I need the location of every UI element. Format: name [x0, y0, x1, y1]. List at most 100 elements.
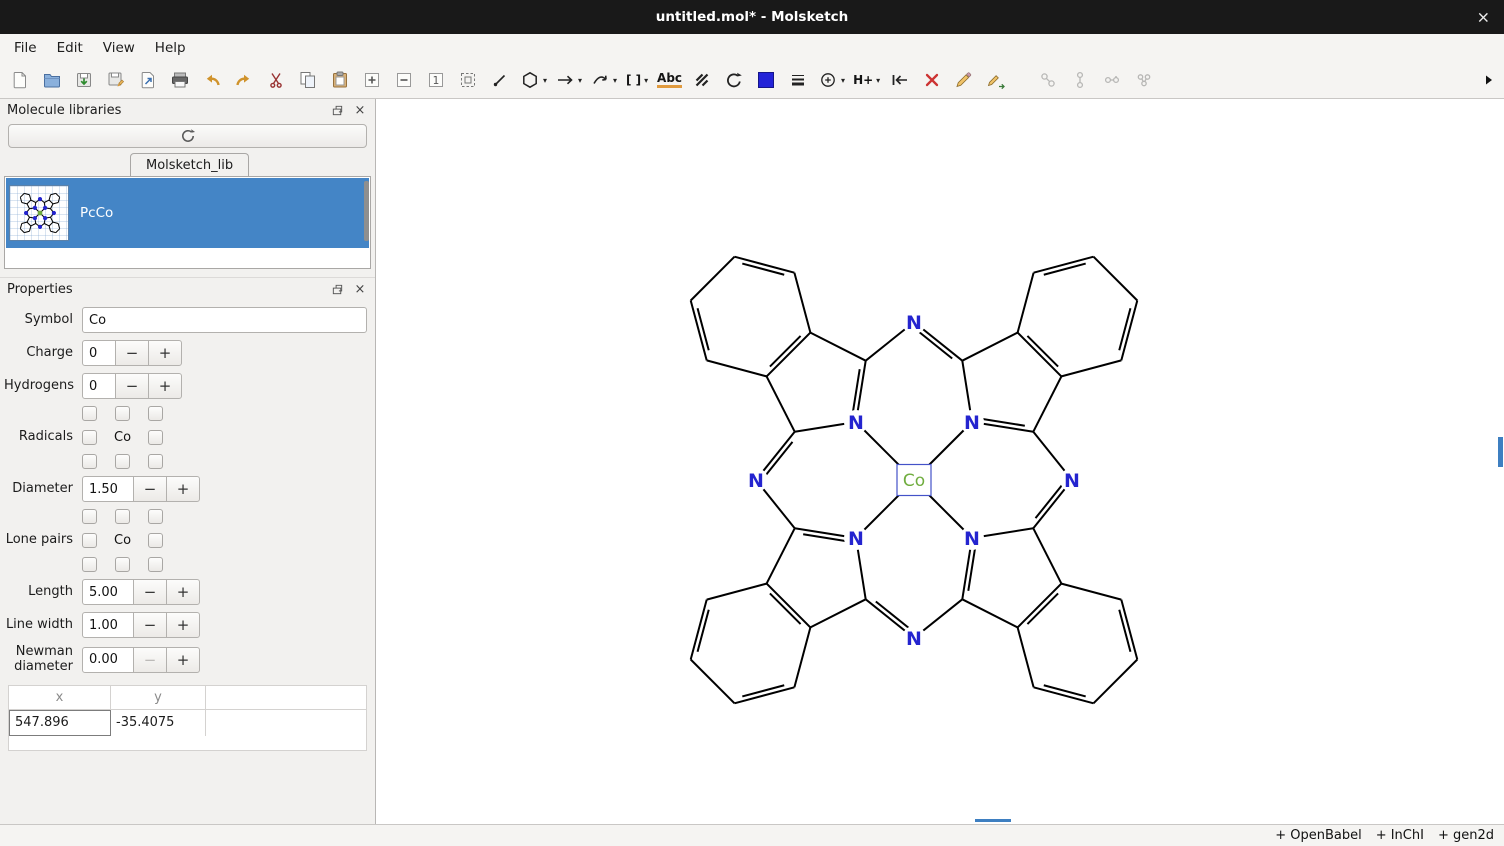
radical-toggle-button[interactable] [148, 430, 163, 445]
tab-molsketch-lib[interactable]: Molsketch_lib [130, 153, 249, 176]
snap-align-tool[interactable] [888, 66, 912, 94]
menu-view[interactable]: View [93, 36, 145, 60]
toolbar-extender-button[interactable] [1480, 72, 1496, 88]
library-tabbar: Molsketch_lib [4, 153, 371, 177]
delete-tool[interactable] [920, 66, 944, 94]
diameter-input[interactable] [82, 476, 134, 502]
bracket-tool[interactable]: [ ]▾ [625, 66, 649, 94]
lone-pair-toggle-button[interactable] [115, 509, 130, 524]
radical-toggle-button[interactable] [82, 430, 97, 445]
ring-tool[interactable]: ▾ [520, 66, 547, 94]
hydrogens-input[interactable] [82, 373, 116, 399]
horizontal-scrollbar-thumb[interactable] [975, 819, 1011, 822]
dropdown-arrow-icon[interactable]: ▾ [578, 76, 582, 85]
close-panel-button[interactable]: × [352, 102, 368, 118]
export-image-button[interactable] [136, 66, 160, 94]
lone-pair-toggle-button[interactable] [82, 557, 97, 572]
radical-toggle-button[interactable] [148, 406, 163, 421]
new-file-button[interactable] [8, 66, 32, 94]
float-panel-button[interactable] [329, 281, 345, 297]
drawing-canvas[interactable]: CoNNNNNNNN [376, 99, 1504, 824]
save-as-button[interactable] [104, 66, 128, 94]
menu-help[interactable]: Help [145, 36, 196, 60]
paste-button[interactable] [328, 66, 352, 94]
symbol-input[interactable] [82, 307, 367, 333]
lone-pair-toggle-button[interactable] [82, 533, 97, 548]
edit-transform-tool-1[interactable] [952, 66, 976, 94]
charge-input[interactable] [82, 340, 116, 366]
cut-button[interactable] [264, 66, 288, 94]
refresh-library-button[interactable] [8, 124, 367, 148]
mechanism-arrow-tool[interactable]: ▾ [590, 66, 617, 94]
coord-y-cell[interactable]: -35.4075 [111, 710, 206, 736]
lone-pair-toggle-button[interactable] [115, 557, 130, 572]
reaction-arrow-tool[interactable]: ▾ [555, 66, 582, 94]
dropdown-arrow-icon[interactable]: ▾ [543, 76, 547, 85]
export-image-button-icon [138, 70, 158, 90]
copy-button[interactable] [296, 66, 320, 94]
open-file-button[interactable] [40, 66, 64, 94]
lone-pair-toggle-button[interactable] [148, 533, 163, 548]
newman-diameter-label: Newman diameter [4, 645, 82, 675]
length-input[interactable] [82, 579, 134, 605]
zoom-in-button[interactable] [360, 66, 384, 94]
zoom-original-button[interactable]: 1 [424, 66, 448, 94]
refresh-icon [180, 128, 196, 144]
zoom-fit-button[interactable] [456, 66, 480, 94]
radical-toggle-button[interactable] [115, 454, 130, 469]
charge-tool[interactable]: ▾ [818, 66, 845, 94]
lone-pair-toggle-button[interactable] [148, 557, 163, 572]
radical-toggle-button[interactable] [82, 454, 97, 469]
charge-increment-button[interactable]: + [148, 340, 182, 366]
hydrogen-tool[interactable]: H+▾ [853, 66, 880, 94]
diameter-increment-button[interactable]: + [166, 476, 200, 502]
svg-text:N: N [848, 528, 864, 550]
line-width-tool[interactable] [786, 66, 810, 94]
dropdown-arrow-icon[interactable]: ▾ [876, 76, 880, 85]
dropdown-arrow-icon[interactable]: ▾ [644, 76, 648, 85]
vertical-scrollbar-thumb[interactable] [1498, 437, 1503, 467]
line-width-input[interactable] [82, 612, 134, 638]
hydrogens-increment-button[interactable]: + [148, 373, 182, 399]
dropdown-arrow-icon[interactable]: ▾ [841, 76, 845, 85]
line-width-decrement-button[interactable]: − [133, 612, 167, 638]
svg-text:N: N [906, 312, 922, 334]
hydrogens-decrement-button[interactable]: − [115, 373, 149, 399]
line-width-increment-button[interactable]: + [166, 612, 200, 638]
hatch-bond-tool[interactable] [690, 66, 714, 94]
openbabel-tool-4-icon [1134, 70, 1154, 90]
zoom-out-button[interactable] [392, 66, 416, 94]
newman-diameter-input[interactable] [82, 647, 134, 673]
newman-increment-button[interactable]: + [166, 647, 200, 673]
print-button[interactable] [168, 66, 192, 94]
library-item-pcco[interactable]: PcCo [6, 178, 369, 248]
dropdown-arrow-icon[interactable]: ▾ [613, 76, 617, 85]
draw-bond-tool[interactable] [488, 66, 512, 94]
coord-header-y[interactable]: y [111, 686, 206, 709]
redo-button[interactable] [232, 66, 256, 94]
radical-toggle-button[interactable] [82, 406, 97, 421]
length-decrement-button[interactable]: − [133, 579, 167, 605]
color-picker-swatch[interactable] [754, 66, 778, 94]
diameter-decrement-button[interactable]: − [133, 476, 167, 502]
window-title: untitled.mol* - Molsketch [656, 9, 849, 25]
menu-file[interactable]: File [4, 36, 47, 60]
undo-button[interactable] [200, 66, 224, 94]
close-panel-button[interactable]: × [352, 281, 368, 297]
coord-header-x[interactable]: x [9, 686, 111, 709]
rotate-tool[interactable] [722, 66, 746, 94]
edit-transform-tool-2[interactable] [984, 66, 1008, 94]
radical-toggle-button[interactable] [148, 454, 163, 469]
radical-toggle-button[interactable] [115, 406, 130, 421]
lone-pair-toggle-button[interactable] [148, 509, 163, 524]
lone-pair-toggle-button[interactable] [82, 509, 97, 524]
float-panel-button[interactable] [329, 102, 345, 118]
length-increment-button[interactable]: + [166, 579, 200, 605]
charge-decrement-button[interactable]: − [115, 340, 149, 366]
text-tool[interactable]: Abc [657, 66, 682, 94]
menu-edit[interactable]: Edit [47, 36, 93, 60]
save-button[interactable] [72, 66, 96, 94]
library-scrollbar-thumb[interactable] [364, 181, 369, 241]
coord-x-cell[interactable]: 547.896 [9, 710, 111, 736]
window-close-button[interactable]: × [1477, 8, 1490, 27]
